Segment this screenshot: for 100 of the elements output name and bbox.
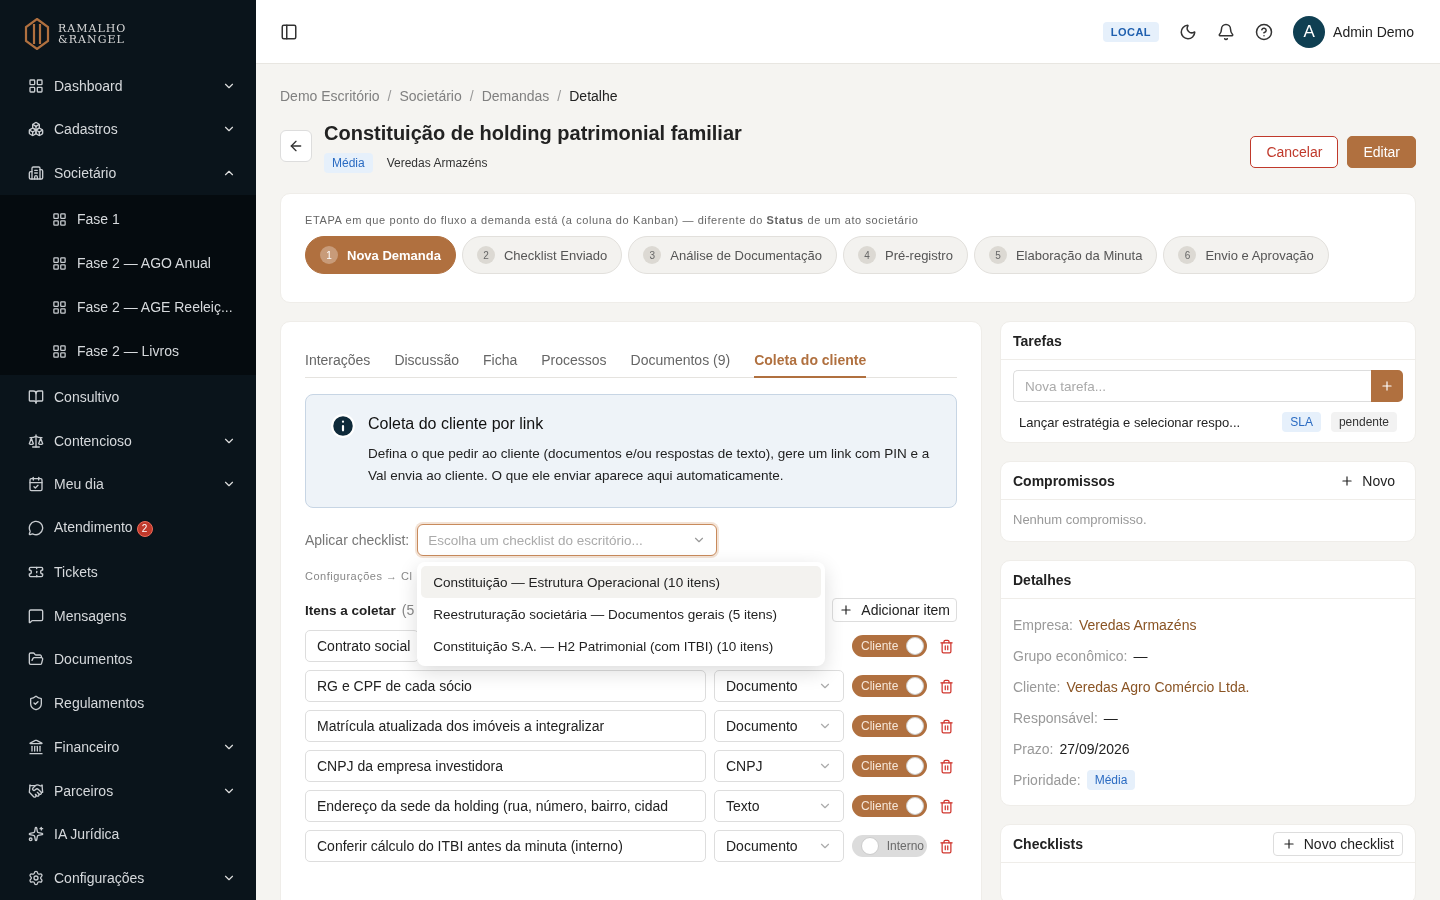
tab[interactable]: Discussão: [394, 342, 459, 378]
sidebar-item[interactable]: Societário: [0, 151, 256, 195]
new-checklist-button[interactable]: Novo checklist: [1272, 831, 1403, 856]
type-select[interactable]: Documento: [714, 830, 844, 862]
sidebar-icon: [28, 432, 44, 449]
cancel-button[interactable]: Cancelar: [1250, 136, 1339, 168]
user-name[interactable]: Admin Demo: [1333, 23, 1414, 40]
environment-badge: LOCAL: [1102, 21, 1160, 42]
item-name-field[interactable]: RG e CPF de cada sócio: [305, 670, 706, 702]
page-title: Constituição de holding patrimonial familiar: [324, 122, 743, 145]
sidebar-subitem[interactable]: Fase 2 — AGE Reeleiç...: [0, 285, 256, 329]
back-button[interactable]: [280, 130, 312, 162]
detail-label: Prazo:: [1013, 740, 1054, 757]
item-name-field[interactable]: Matrícula atualizada dos imóveis a integralizar: [305, 710, 706, 742]
card-title: Checklists: [1013, 835, 1084, 852]
sidebar-subitem[interactable]: Fase 2 — Livros: [0, 329, 256, 373]
logo-icon: [24, 17, 50, 50]
card-title: Detalhes: [1013, 571, 1072, 588]
sidebar-item[interactable]: Consultivo: [0, 375, 256, 419]
type-select[interactable]: CNPJ: [714, 750, 844, 782]
user-avatar[interactable]: A: [1293, 15, 1326, 48]
step-number: 5: [988, 246, 1007, 264]
field-label: Aplicar checklist:: [305, 532, 410, 548]
sidebar-item[interactable]: Regulamentos: [0, 681, 256, 725]
settings-hint: Configurações → Cl: [305, 570, 413, 582]
sidebar-icon: [28, 782, 44, 799]
delete-icon[interactable]: [939, 798, 954, 814]
sidebar-item[interactable]: Tickets: [0, 550, 256, 594]
stage-step[interactable]: 3 Análise de Documentação: [628, 236, 837, 274]
stage-step[interactable]: 6 Envio e Aprovação: [1163, 236, 1329, 274]
plus-icon: [839, 603, 854, 617]
delete-icon[interactable]: [939, 838, 954, 854]
stage-step[interactable]: 4 Pré-registro: [843, 236, 968, 274]
dropdown-option[interactable]: Constituição S.A. — H2 Patrimonial (com ITBI) (10 itens): [421, 630, 822, 662]
grid-icon: [52, 343, 67, 359]
dropdown-option[interactable]: Reestruturação societária — Documentos gerais (5 itens): [421, 598, 822, 630]
detail-link[interactable]: Veredas Armazéns: [1078, 616, 1197, 633]
tab[interactable]: Processos: [541, 342, 607, 378]
type-select[interactable]: Documento: [714, 670, 844, 702]
card-title: Tarefas: [1013, 332, 1062, 349]
detail-value: —: [1133, 647, 1148, 664]
sidebar-item[interactable]: Dashboard: [0, 63, 256, 108]
sidebar-item[interactable]: Atendimento 2: [0, 506, 256, 550]
breadcrumb-link[interactable]: Demo Escritório: [280, 88, 380, 104]
status-tag: pendente: [1330, 412, 1397, 432]
tab[interactable]: Documentos (9): [630, 342, 731, 378]
add-item-button[interactable]: Adicionar item: [832, 598, 957, 622]
stage-step[interactable]: 5 Elaboração da Minuta: [973, 236, 1158, 274]
delete-icon[interactable]: [939, 758, 954, 774]
tab[interactable]: Interações: [305, 342, 371, 378]
step-number: 4: [858, 246, 876, 264]
info-icon: [330, 413, 356, 439]
step-number: 1: [320, 246, 338, 264]
sidebar-icon: [28, 121, 44, 138]
sidebar-subitem[interactable]: Fase 2 — AGO Anual: [0, 241, 256, 285]
moon-icon[interactable]: [1179, 22, 1198, 41]
sidebar-icon: [28, 607, 44, 624]
client-toggle[interactable]: Interno: [852, 835, 927, 857]
delete-icon[interactable]: [939, 678, 954, 694]
plus-icon: [1380, 379, 1394, 393]
sidebar-item[interactable]: Contencioso: [0, 418, 256, 463]
priority-badge: Média: [324, 153, 373, 173]
grid-icon: [52, 299, 67, 315]
item-name-field[interactable]: Conferir cálculo do ITBI antes da minuta (interno): [305, 830, 706, 862]
item-name-field[interactable]: Endereço da sede da holding (rua, número, bairro, cidad: [305, 790, 706, 822]
sidebar-item[interactable]: Mensagens: [0, 593, 256, 638]
info-title: Coleta do cliente por link: [368, 415, 545, 433]
priority-badge: Média: [1086, 769, 1136, 790]
breadcrumb-link[interactable]: Demandas: [481, 88, 550, 104]
edit-button[interactable]: Editar: [1347, 136, 1416, 168]
sidebar-item[interactable]: Parceiros: [0, 768, 256, 813]
dropdown-option[interactable]: Constituição — Estrutura Operacional (10 itens): [421, 566, 822, 598]
sidebar-item[interactable]: IA Jurídica: [0, 812, 256, 857]
stage-step[interactable]: 1 Nova Demanda: [305, 236, 456, 274]
task-text: Lançar estratégia e selecionar respo...: [1019, 414, 1242, 430]
sidebar-item[interactable]: Documentos: [0, 637, 256, 682]
sidebar-item[interactable]: Meu dia: [0, 462, 256, 507]
type-select[interactable]: Texto: [714, 790, 844, 822]
breadcrumb-link[interactable]: Societário: [399, 88, 462, 104]
stage-step[interactable]: 2 Checklist Enviado: [461, 236, 623, 274]
sidebar-icon: [28, 476, 44, 493]
type-select[interactable]: Documento: [714, 710, 844, 742]
item-name-field[interactable]: CNPJ da empresa investidora: [305, 750, 706, 782]
detail-label: Empresa:: [1013, 616, 1073, 633]
sidebar-icon: [28, 870, 44, 887]
sidebar-toggle-icon[interactable]: [280, 22, 298, 41]
stage-hint: ETAPA em que ponto do fluxo a demanda está (a coluna do Kanban) — diferente do Status de um ato societário: [305, 214, 920, 226]
tab[interactable]: Ficha: [482, 342, 518, 378]
sidebar-item[interactable]: Cadastros: [0, 107, 256, 152]
tab[interactable]: Coleta do cliente: [754, 342, 867, 378]
sidebar-icon: [28, 695, 44, 712]
sidebar-subitem[interactable]: Fase 1: [0, 197, 256, 241]
help-icon[interactable]: [1255, 22, 1274, 41]
delete-icon[interactable]: [939, 718, 954, 734]
notifications-icon[interactable]: [1217, 22, 1236, 41]
sidebar-item[interactable]: Financeiro: [0, 725, 256, 769]
delete-icon[interactable]: [939, 638, 954, 654]
sidebar-item[interactable]: Configurações: [0, 856, 256, 900]
detail-link[interactable]: Veredas Agro Comércio Ltda.: [1066, 678, 1250, 695]
grid-icon: [52, 211, 67, 227]
